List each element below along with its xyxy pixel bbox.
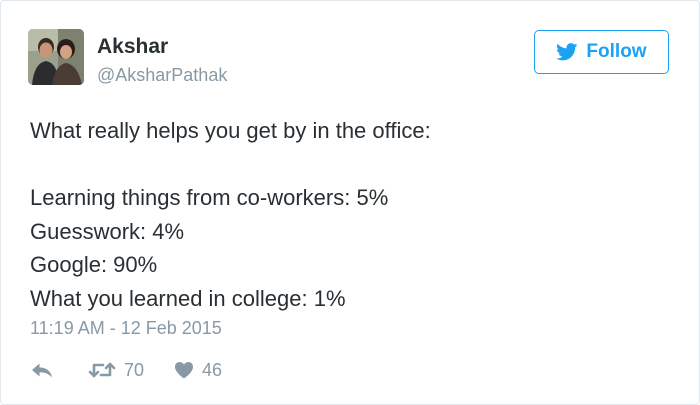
tweet-card: Akshar @AksharPathak Follow What really … (0, 0, 700, 405)
heart-icon (174, 361, 194, 379)
tweet-line: Google: 90% (30, 252, 158, 278)
tweet-line: Guesswork: 4% (30, 218, 185, 244)
tweet-actions: 70 46 (30, 357, 222, 383)
follow-button[interactable]: Follow (534, 30, 669, 74)
profile-photo (28, 29, 84, 85)
retweet-button[interactable]: 70 (88, 360, 144, 381)
tweet-line: Learning things from co-workers: 5% (30, 185, 389, 211)
user-handle[interactable]: @AksharPathak (97, 64, 227, 86)
reply-icon (30, 360, 54, 380)
retweet-count: 70 (124, 359, 145, 380)
avatar[interactable] (28, 29, 84, 85)
twitter-bird-icon (556, 43, 578, 61)
follow-button-label: Follow (586, 41, 647, 62)
tweet-line: What you learned in college: 1% (30, 285, 346, 311)
tweet-line: What really helps you get by in the offi… (30, 118, 431, 143)
tweet-text: What really helps you get by in the offi… (30, 114, 670, 316)
retweet-icon (88, 360, 116, 380)
like-count: 46 (202, 359, 223, 380)
tweet-timestamp[interactable]: 11:19 AM - 12 Feb 2015 (30, 317, 222, 339)
like-button[interactable]: 46 (174, 360, 222, 381)
user-name[interactable]: Akshar (97, 35, 168, 59)
reply-button[interactable] (30, 360, 54, 380)
